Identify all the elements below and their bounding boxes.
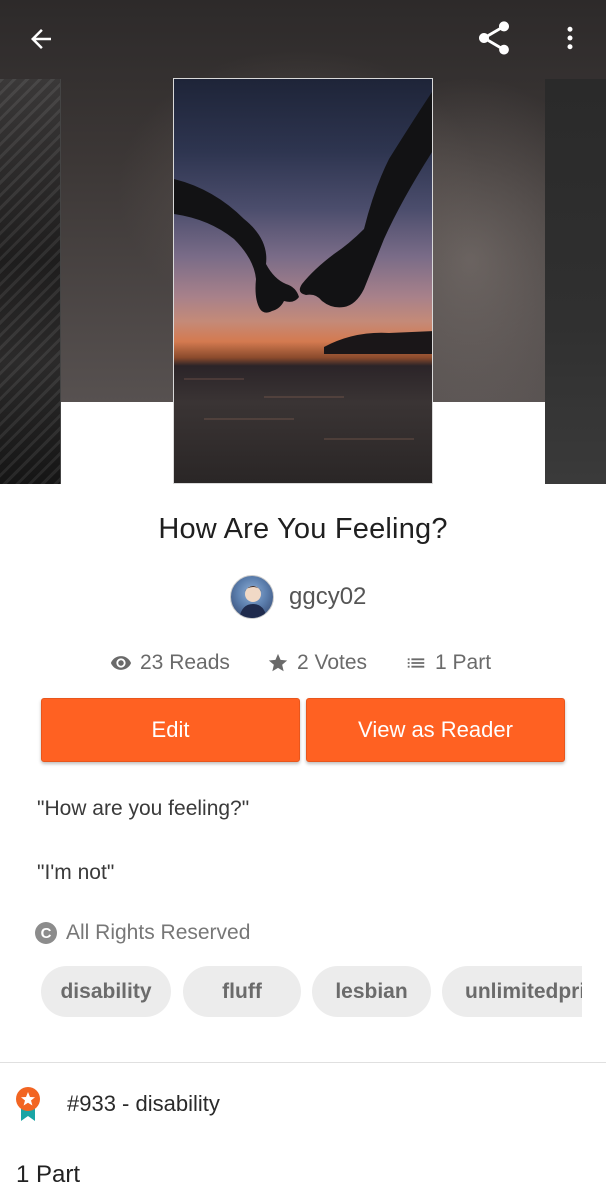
more-vertical-icon bbox=[567, 26, 573, 50]
arrow-left-icon bbox=[31, 29, 51, 49]
ranking-badge-icon bbox=[16, 1087, 40, 1121]
tag-list: disability fluff lesbian unlimitedpride bbox=[41, 966, 582, 1018]
next-story-cover[interactable] bbox=[545, 79, 606, 484]
tag-chip[interactable]: fluff bbox=[183, 966, 301, 1017]
votes-count: 2 Votes bbox=[297, 651, 368, 674]
eye-icon bbox=[110, 656, 132, 670]
parts-section-heading: 1 Part bbox=[16, 1161, 81, 1188]
avatar-image bbox=[239, 586, 267, 618]
cover-artwork bbox=[174, 92, 432, 440]
more-options-button[interactable] bbox=[548, 14, 592, 62]
parts-stat: 1 Part bbox=[405, 651, 491, 675]
ranking-row[interactable]: #933 - disability bbox=[14, 1086, 220, 1122]
share-icon bbox=[479, 21, 509, 55]
tag-chip[interactable]: unlimitedpride bbox=[442, 966, 582, 1017]
edit-button[interactable]: Edit bbox=[41, 698, 300, 762]
parts-count: 1 Part bbox=[435, 651, 492, 674]
copyright-notice: C All Rights Reserved bbox=[35, 921, 250, 945]
story-cover-image bbox=[173, 78, 433, 484]
tag-chip[interactable]: lesbian bbox=[312, 966, 431, 1017]
previous-story-cover[interactable] bbox=[0, 79, 61, 484]
star-icon bbox=[268, 653, 288, 672]
reads-stat: 23 Reads bbox=[110, 651, 267, 675]
ranking-label[interactable]: #933 - disability bbox=[67, 1091, 220, 1117]
copyright-label: All Rights Reserved bbox=[66, 921, 251, 944]
list-icon bbox=[407, 658, 425, 668]
share-button[interactable] bbox=[470, 14, 518, 62]
reads-count: 23 Reads bbox=[140, 651, 230, 674]
back-button[interactable] bbox=[18, 16, 64, 62]
section-divider bbox=[0, 1062, 606, 1063]
description-line: "How are you feeling?" bbox=[37, 797, 250, 820]
copyright-icon: C bbox=[35, 922, 57, 944]
top-app-bar bbox=[0, 0, 606, 80]
view-as-reader-button[interactable]: View as Reader bbox=[306, 698, 565, 762]
author-link[interactable]: ggcy02 bbox=[230, 574, 366, 620]
story-title: How Are You Feeling? bbox=[158, 513, 448, 545]
votes-stat: 2 Votes bbox=[267, 651, 405, 675]
author-avatar[interactable] bbox=[230, 575, 274, 619]
story-stats: 23 Reads 2 Votes 1 Part bbox=[110, 648, 491, 678]
description-line: "I'm not" bbox=[37, 861, 115, 884]
tag-chip[interactable]: disability bbox=[41, 966, 171, 1017]
author-name[interactable]: ggcy02 bbox=[289, 583, 366, 611]
